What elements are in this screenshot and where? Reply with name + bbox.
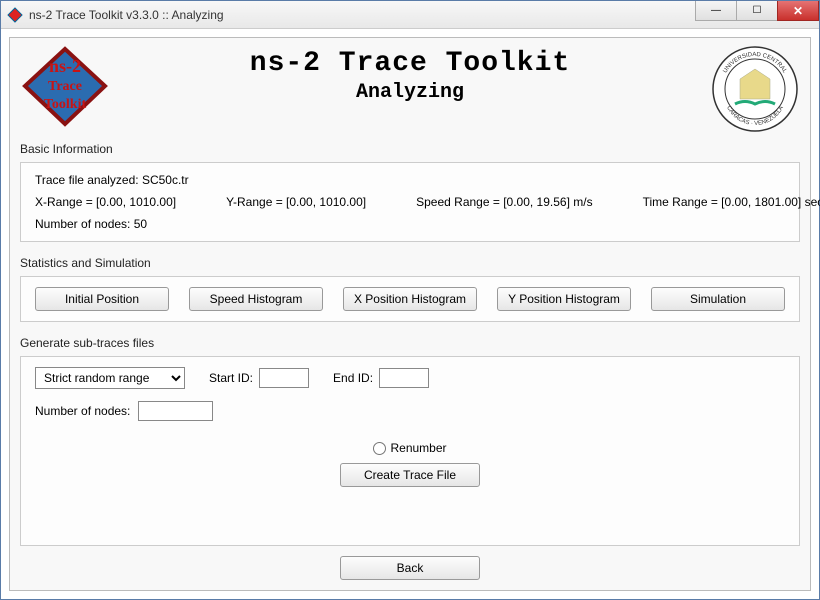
- y-position-histogram-button[interactable]: Y Position Histogram: [497, 287, 631, 311]
- stats-box: Initial Position Speed Histogram X Posit…: [20, 276, 800, 322]
- x-position-histogram-button[interactable]: X Position Histogram: [343, 287, 477, 311]
- main-title: ns-2 Trace Toolkit: [110, 48, 710, 79]
- subtraces-label: Generate sub-traces files: [20, 336, 800, 350]
- window-title: ns-2 Trace Toolkit v3.3.0 :: Analyzing: [29, 8, 696, 22]
- speed-histogram-button[interactable]: Speed Histogram: [189, 287, 323, 311]
- maximize-button[interactable]: ☐: [736, 1, 778, 21]
- app-icon: [7, 7, 23, 23]
- time-range-text: Time Range = [0.00, 1801.00] seconds: [643, 195, 820, 209]
- mode-select[interactable]: Strict random range: [35, 367, 185, 389]
- header-center: ns-2 Trace Toolkit Analyzing: [110, 44, 710, 104]
- num-nodes-text: Number of nodes: 50: [35, 217, 785, 231]
- svg-text:Toolkit: Toolkit: [44, 97, 87, 112]
- start-id-input[interactable]: [259, 368, 309, 388]
- x-range-text: X-Range = [0.00, 1010.00]: [35, 195, 176, 209]
- university-seal: UNIVERSIDAD CENTRAL CARACAS · VENEZUELA: [710, 44, 800, 134]
- y-range-text: Y-Range = [0.00, 1010.00]: [226, 195, 366, 209]
- end-id-label: End ID:: [333, 371, 373, 385]
- close-button[interactable]: ✕: [777, 1, 819, 21]
- window-frame: ns-2 Trace Toolkit v3.3.0 :: Analyzing —…: [0, 0, 820, 600]
- num-nodes-input[interactable]: [138, 401, 213, 421]
- subtraces-box: Strict random range Start ID: End ID: Nu…: [20, 356, 800, 546]
- create-trace-file-button[interactable]: Create Trace File: [340, 463, 480, 487]
- content-area: ns-2 Trace Toolkit ns-2 Trace Toolkit An…: [1, 29, 819, 599]
- svg-text:ns-2: ns-2: [49, 56, 81, 76]
- simulation-button[interactable]: Simulation: [651, 287, 785, 311]
- num-nodes-label: Number of nodes:: [35, 404, 130, 418]
- app-logo: ns-2 Trace Toolkit: [20, 44, 110, 129]
- basic-info-label: Basic Information: [20, 142, 800, 156]
- svg-text:Trace: Trace: [48, 79, 82, 94]
- stats-label: Statistics and Simulation: [20, 256, 800, 270]
- main-panel: ns-2 Trace Toolkit ns-2 Trace Toolkit An…: [9, 37, 811, 591]
- renumber-radio[interactable]: [373, 442, 386, 455]
- page-subtitle: Analyzing: [110, 81, 710, 104]
- trace-file-text: Trace file analyzed: SC50c.tr: [35, 173, 785, 187]
- titlebar: ns-2 Trace Toolkit v3.3.0 :: Analyzing —…: [1, 1, 819, 29]
- basic-info-box: Trace file analyzed: SC50c.tr X-Range = …: [20, 162, 800, 242]
- window-buttons: — ☐ ✕: [696, 1, 819, 28]
- back-button[interactable]: Back: [340, 556, 480, 580]
- initial-position-button[interactable]: Initial Position: [35, 287, 169, 311]
- header-row: ns-2 Trace Toolkit ns-2 Trace Toolkit An…: [20, 44, 800, 134]
- end-id-input[interactable]: [379, 368, 429, 388]
- renumber-label: Renumber: [390, 441, 446, 455]
- start-id-label: Start ID:: [209, 371, 253, 385]
- minimize-button[interactable]: —: [695, 1, 737, 21]
- speed-range-text: Speed Range = [0.00, 19.56] m/s: [416, 195, 592, 209]
